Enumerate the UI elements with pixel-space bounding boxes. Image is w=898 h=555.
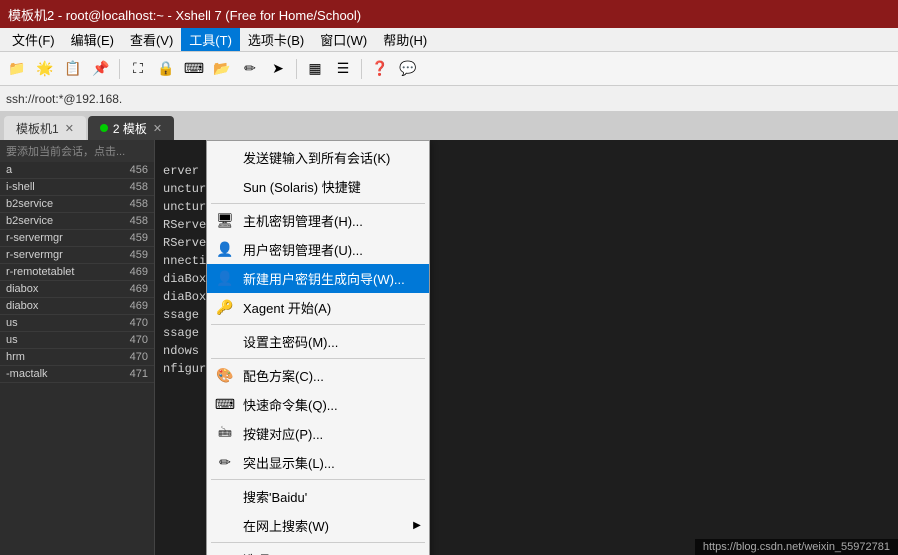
tab-close-icon[interactable]: ✕ [65,122,74,135]
address-bar: ssh://root:*@192.168. [0,86,898,112]
menu-item-new-key-wizard[interactable]: 👤 新建用户密钥生成向导(W)... [207,264,429,293]
toolbar-copy-btn[interactable]: 📋 [60,56,86,82]
menu-view[interactable]: 查看(V) [122,28,181,51]
user-key-label: 用户密钥管理者(U)... [243,240,363,259]
toolbar-arrow-btn[interactable]: ➤ [265,56,291,82]
submenu-arrow-icon: ▶ [413,520,421,531]
highlight-icon: ✏ [215,453,235,473]
toolbar-new-btn[interactable]: 📁 [4,56,30,82]
options-label: 选项(P)... [243,550,297,555]
main-area: 要添加当前会话，点击... a456 i-shell458 b2service4… [0,140,898,555]
menu-item-search-baidu[interactable]: 搜索'Baidu' [207,482,429,511]
menu-edit[interactable]: 编辑(E) [63,28,122,51]
menu-item-options[interactable]: 选项(P)... [207,545,429,555]
toolbar-keyboard-btn[interactable]: ⌨ [181,56,207,82]
title-text: 模板机2 - root@localhost:~ - Xshell 7 (Free… [8,5,361,24]
toolbar-edit2-btn[interactable]: ✏ [237,56,263,82]
menu-item-send-key[interactable]: 发送键输入到所有会话(K) [207,143,429,172]
toolbar-transfer-btn[interactable]: 📂 [209,56,235,82]
xagent-label: Xagent 开始(A) [243,298,331,317]
send-key-label: 发送键输入到所有会话(K) [243,148,390,167]
menu-item-color-scheme[interactable]: 🎨 配色方案(C)... [207,361,429,390]
status-url: https://blog.csdn.net/weixin_55972781 [703,541,890,553]
menu-file[interactable]: 文件(F) [4,28,63,51]
search-baidu-label: 搜索'Baidu' [243,487,307,506]
process-item: i-shell458 [0,179,154,196]
toolbar-sep3 [361,59,362,79]
user-key-icon: 👤 [215,240,235,260]
process-item: us470 [0,332,154,349]
menu-item-xagent[interactable]: 🔑 Xagent 开始(A) [207,293,429,322]
sep5 [211,542,425,543]
new-key-icon: 👤 [215,269,235,289]
menu-item-highlight[interactable]: ✏ 突出显示集(L)... [207,448,429,477]
process-list: 要添加当前会话，点击... a456 i-shell458 b2service4… [0,140,155,555]
set-password-label: 设置主密码(M)... [243,332,338,351]
menu-item-set-password[interactable]: 设置主密码(M)... [207,327,429,356]
key-map-label: 按键对应(P)... [243,424,323,443]
sep1 [211,203,425,204]
menu-window[interactable]: 窗口(W) [312,28,375,51]
toolbar-lock-btn[interactable]: 🔒 [153,56,179,82]
color-scheme-label: 配色方案(C)... [243,366,324,385]
tab-active-dot [100,124,108,132]
process-item: b2service458 [0,196,154,213]
menu-tools[interactable]: 工具(T) [181,28,240,51]
process-item: diabox469 [0,298,154,315]
menu-item-key-map[interactable]: 🖮 按键对应(P)... [207,419,429,448]
toolbar-help-btn[interactable]: ❓ [367,56,393,82]
host-key-icon: 🖥 [215,211,235,231]
color-scheme-icon: 🎨 [215,366,235,386]
tools-dropdown-menu: 发送键输入到所有会话(K) Sun (Solaris) 快捷键 🖥 主机密钥管理… [206,140,430,555]
process-item: r-servermgr459 [0,230,154,247]
session-hint: 要添加当前会话，点击... [6,146,125,158]
tab-machine2-label: 2 模板 [113,120,147,137]
tab-bar: 模板机1 ✕ 2 模板 ✕ [0,112,898,140]
toolbar-fullscreen-btn[interactable]: ⛶ [125,56,151,82]
key-map-icon: 🖮 [215,424,235,444]
sep3 [211,358,425,359]
menu-bar: 文件(F) 编辑(E) 查看(V) 工具(T) 选项卡(B) 窗口(W) 帮助(… [0,28,898,52]
toolbar-paste-btn[interactable]: 📌 [88,56,114,82]
highlight-label: 突出显示集(L)... [243,453,335,472]
menu-tabs[interactable]: 选项卡(B) [240,28,312,51]
menu-item-web-search[interactable]: 在网上搜索(W) ▶ [207,511,429,540]
toolbar-open-btn[interactable]: 🌟 [32,56,58,82]
address-text: ssh://root:*@192.168. [6,92,122,106]
tab-machine1-label: 模板机1 [16,120,59,137]
sep2 [211,324,425,325]
sep4 [211,479,425,480]
tab-close2-icon[interactable]: ✕ [153,122,162,135]
process-item: us470 [0,315,154,332]
process-item: r-remotetablet469 [0,264,154,281]
quick-cmd-icon: ⌨ [215,395,235,415]
title-bar: 模板机2 - root@localhost:~ - Xshell 7 (Free… [0,0,898,28]
process-item: b2service458 [0,213,154,230]
toolbar-sep1 [119,59,120,79]
process-item: a456 [0,162,154,179]
toolbar-chat-btn[interactable]: 💬 [395,56,421,82]
menu-item-user-key[interactable]: 👤 用户密钥管理者(U)... [207,235,429,264]
menu-item-host-key[interactable]: 🖥 主机密钥管理者(H)... [207,206,429,235]
menu-item-sun-key[interactable]: Sun (Solaris) 快捷键 [207,172,429,201]
sun-key-label: Sun (Solaris) 快捷键 [243,177,361,196]
xagent-icon: 🔑 [215,298,235,318]
process-item: r-servermgr459 [0,247,154,264]
menu-item-quick-cmd[interactable]: ⌨ 快速命令集(Q)... [207,390,429,419]
status-bar: https://blog.csdn.net/weixin_55972781 [695,539,898,555]
tab-machine2[interactable]: 2 模板 ✕ [88,116,174,140]
process-item: hrm470 [0,349,154,366]
toolbar-list-btn[interactable]: ☰ [330,56,356,82]
process-item: -mactalk471 [0,366,154,383]
toolbar-grid-btn[interactable]: ▦ [302,56,328,82]
process-item: diabox469 [0,281,154,298]
host-key-label: 主机密钥管理者(H)... [243,211,363,230]
new-key-wizard-label: 新建用户密钥生成向导(W)... [243,269,405,288]
web-search-label: 在网上搜索(W) [243,516,329,535]
tab-machine1[interactable]: 模板机1 ✕ [4,116,86,140]
toolbar: 📁 🌟 📋 📌 ⛶ 🔒 ⌨ 📂 ✏ ➤ ▦ ☰ ❓ 💬 [0,52,898,86]
quick-cmd-label: 快速命令集(Q)... [243,395,338,414]
toolbar-sep2 [296,59,297,79]
menu-help[interactable]: 帮助(H) [375,28,435,51]
